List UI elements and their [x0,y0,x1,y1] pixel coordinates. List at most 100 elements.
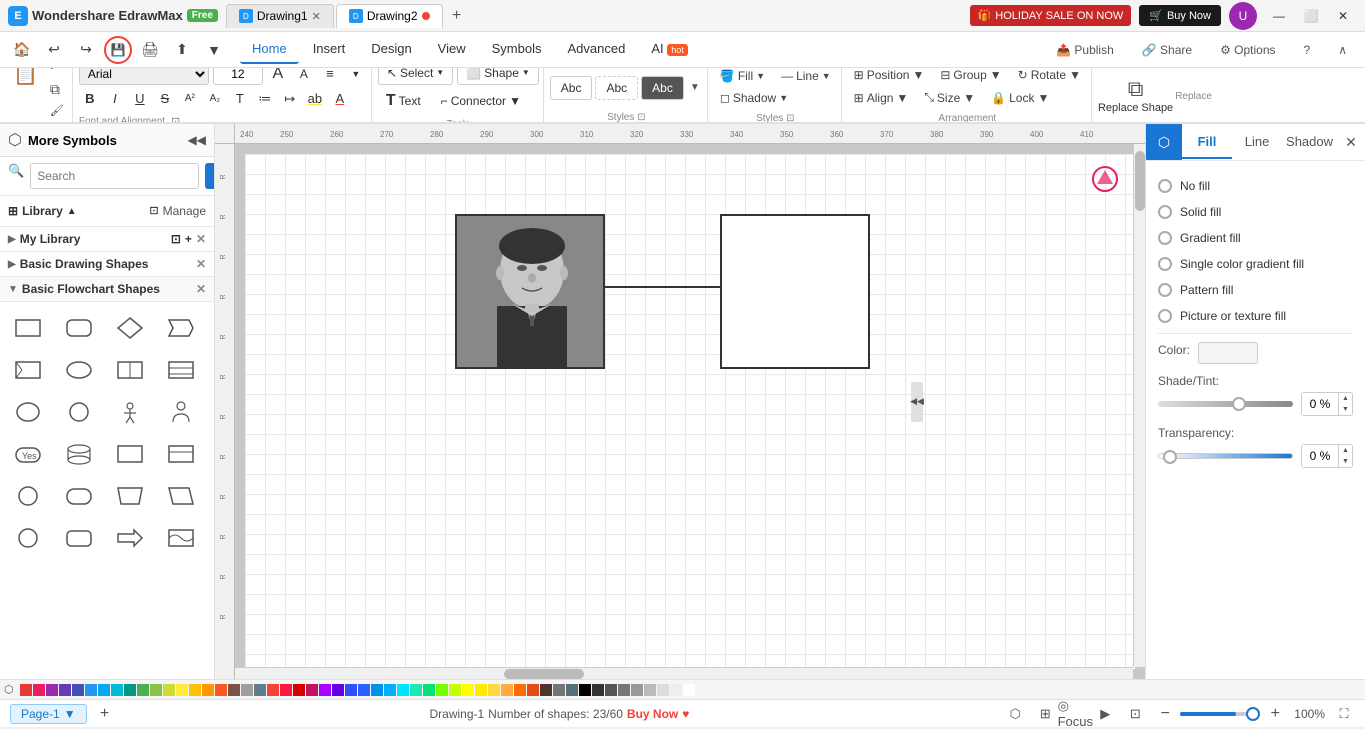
palette-color-swatch[interactable] [527,684,539,696]
collapse-ribbon-button[interactable]: ∧ [1328,39,1357,61]
fill-radio-gradient[interactable] [1158,231,1172,245]
palette-color-swatch[interactable] [579,684,591,696]
manage-button[interactable]: Manage [163,204,206,218]
align-arr-button[interactable]: ⊞ Align ▼ [848,88,915,107]
palette-color-swatch[interactable] [202,684,214,696]
replace-shape-label[interactable]: Replace Shape [1098,102,1173,114]
palette-color-swatch[interactable] [137,684,149,696]
palette-color-swatch[interactable] [163,684,175,696]
palette-color-swatch[interactable] [189,684,201,696]
palette-color-swatch[interactable] [345,684,357,696]
style-expand-button[interactable]: ▼ [687,68,703,108]
palette-color-swatch[interactable] [644,684,656,696]
library-title[interactable]: ⊞ Library ▲ [8,204,77,218]
palette-color-swatch[interactable] [410,684,422,696]
palette-color-swatch[interactable] [371,684,383,696]
style-pill-2[interactable]: Abc [595,76,638,100]
subscript-button[interactable]: A₂ [204,89,226,109]
zoom-out-button[interactable]: − [1154,703,1176,725]
palette-color-swatch[interactable] [501,684,513,696]
menu-symbols[interactable]: Symbols [480,35,554,64]
font-grow-button[interactable]: A [267,68,289,84]
vertical-scrollbar-thumb[interactable] [1135,151,1145,211]
palette-color-swatch[interactable] [423,684,435,696]
palette-color-swatch[interactable] [33,684,45,696]
shape-circle3[interactable] [8,520,48,556]
menu-advanced[interactable]: Advanced [555,35,637,64]
shade-down-arrow[interactable]: ▼ [1338,404,1352,415]
zoom-slider-thumb[interactable] [1246,707,1260,721]
tab-drawing1[interactable]: D Drawing1 ✕ [226,4,334,28]
add-page-button[interactable]: + [95,704,115,724]
shade-input[interactable] [1302,393,1338,415]
font-shrink-button[interactable]: A [293,68,315,84]
fill-option-no-fill[interactable]: No fill [1158,173,1353,199]
my-library-section[interactable]: ▶ My Library ⊡ + ✕ [0,227,214,252]
palette-color-swatch[interactable] [46,684,58,696]
palette-color-swatch[interactable] [293,684,305,696]
shape-cylinder[interactable] [59,436,99,472]
palette-color-swatch[interactable] [358,684,370,696]
superscript-button[interactable]: A² [179,89,201,109]
shade-slider[interactable] [1158,401,1293,407]
shape-rounded3[interactable] [59,520,99,556]
palette-color-swatch[interactable] [605,684,617,696]
palette-color-swatch[interactable] [618,684,630,696]
palette-color-swatch[interactable] [631,684,643,696]
group-button[interactable]: ⊟ Group ▼ [934,68,1007,84]
holiday-sale-button[interactable]: 🎁 HOLIDAY SALE ON NOW [970,5,1132,26]
shape-parallelogram[interactable] [161,478,201,514]
canvas-viewport[interactable] [235,144,1145,679]
menu-ai[interactable]: AI hot [639,35,699,64]
right-panel-close[interactable]: ✕ [1337,134,1365,151]
palette-color-swatch[interactable] [176,684,188,696]
highlight-button[interactable]: ab [304,89,326,109]
palette-color-swatch[interactable] [683,684,695,696]
font-name-select[interactable]: Arial [79,68,209,85]
search-button[interactable]: Search [205,163,215,189]
tab-drawing2[interactable]: D Drawing2 [336,4,443,28]
indent-button[interactable]: ↦ [279,89,301,109]
menu-insert[interactable]: Insert [301,35,358,64]
fill-radio-no-fill[interactable] [1158,179,1172,193]
rotate-button[interactable]: ↻ Rotate ▼ [1012,68,1087,84]
shadow-tab[interactable]: Shadow [1282,126,1337,159]
add-tab-button[interactable]: + [445,4,469,28]
paste-button[interactable]: 📋 [8,68,43,92]
canvas-area[interactable]: 240 250 260 270 280 290 300 310 320 330 … [215,124,1145,679]
shade-thumb[interactable] [1232,397,1246,411]
vertical-scrollbar[interactable] [1133,144,1145,667]
palette-color-swatch[interactable] [514,684,526,696]
extra-menu-button[interactable]: ▼ [200,36,228,64]
shape-rectangle[interactable] [8,310,48,346]
palette-color-swatch[interactable] [228,684,240,696]
palette-color-swatch[interactable] [397,684,409,696]
export-button[interactable]: ⬆ [168,36,196,64]
my-library-add-icon[interactable]: ⊡ [171,232,181,246]
tab-drawing1-close[interactable]: ✕ [312,10,321,23]
shape-rect3[interactable] [161,436,201,472]
text-style-button[interactable]: T [229,89,251,109]
page-tab[interactable]: Page-1 ▼ [10,704,87,724]
shape-oval[interactable] [59,352,99,388]
horizontal-scrollbar-thumb[interactable] [504,669,584,679]
share-button[interactable]: 🔗 Share [1132,39,1202,61]
palette-color-swatch[interactable] [72,684,84,696]
publish-button[interactable]: 📤 Publish [1046,39,1124,61]
color-swatch[interactable] [1198,342,1258,364]
menu-view[interactable]: View [426,35,478,64]
palette-color-swatch[interactable] [332,684,344,696]
my-library-new-icon[interactable]: + [185,232,192,246]
transparency-up-arrow[interactable]: ▲ [1338,445,1352,456]
italic-button[interactable]: I [104,89,126,109]
shape-rect2[interactable] [110,436,150,472]
fill-option-solid[interactable]: Solid fill [1158,199,1353,225]
shade-up-arrow[interactable]: ▲ [1338,393,1352,404]
align-button[interactable]: ≡ [319,68,341,84]
shape-wave[interactable] [161,520,201,556]
shape-chevron-rect[interactable] [161,310,201,346]
position-button[interactable]: ⊞ Position ▼ [848,68,931,84]
menu-home[interactable]: Home [240,35,299,64]
zoom-in-button[interactable]: + [1264,703,1286,725]
line-tab[interactable]: Line [1232,126,1282,159]
